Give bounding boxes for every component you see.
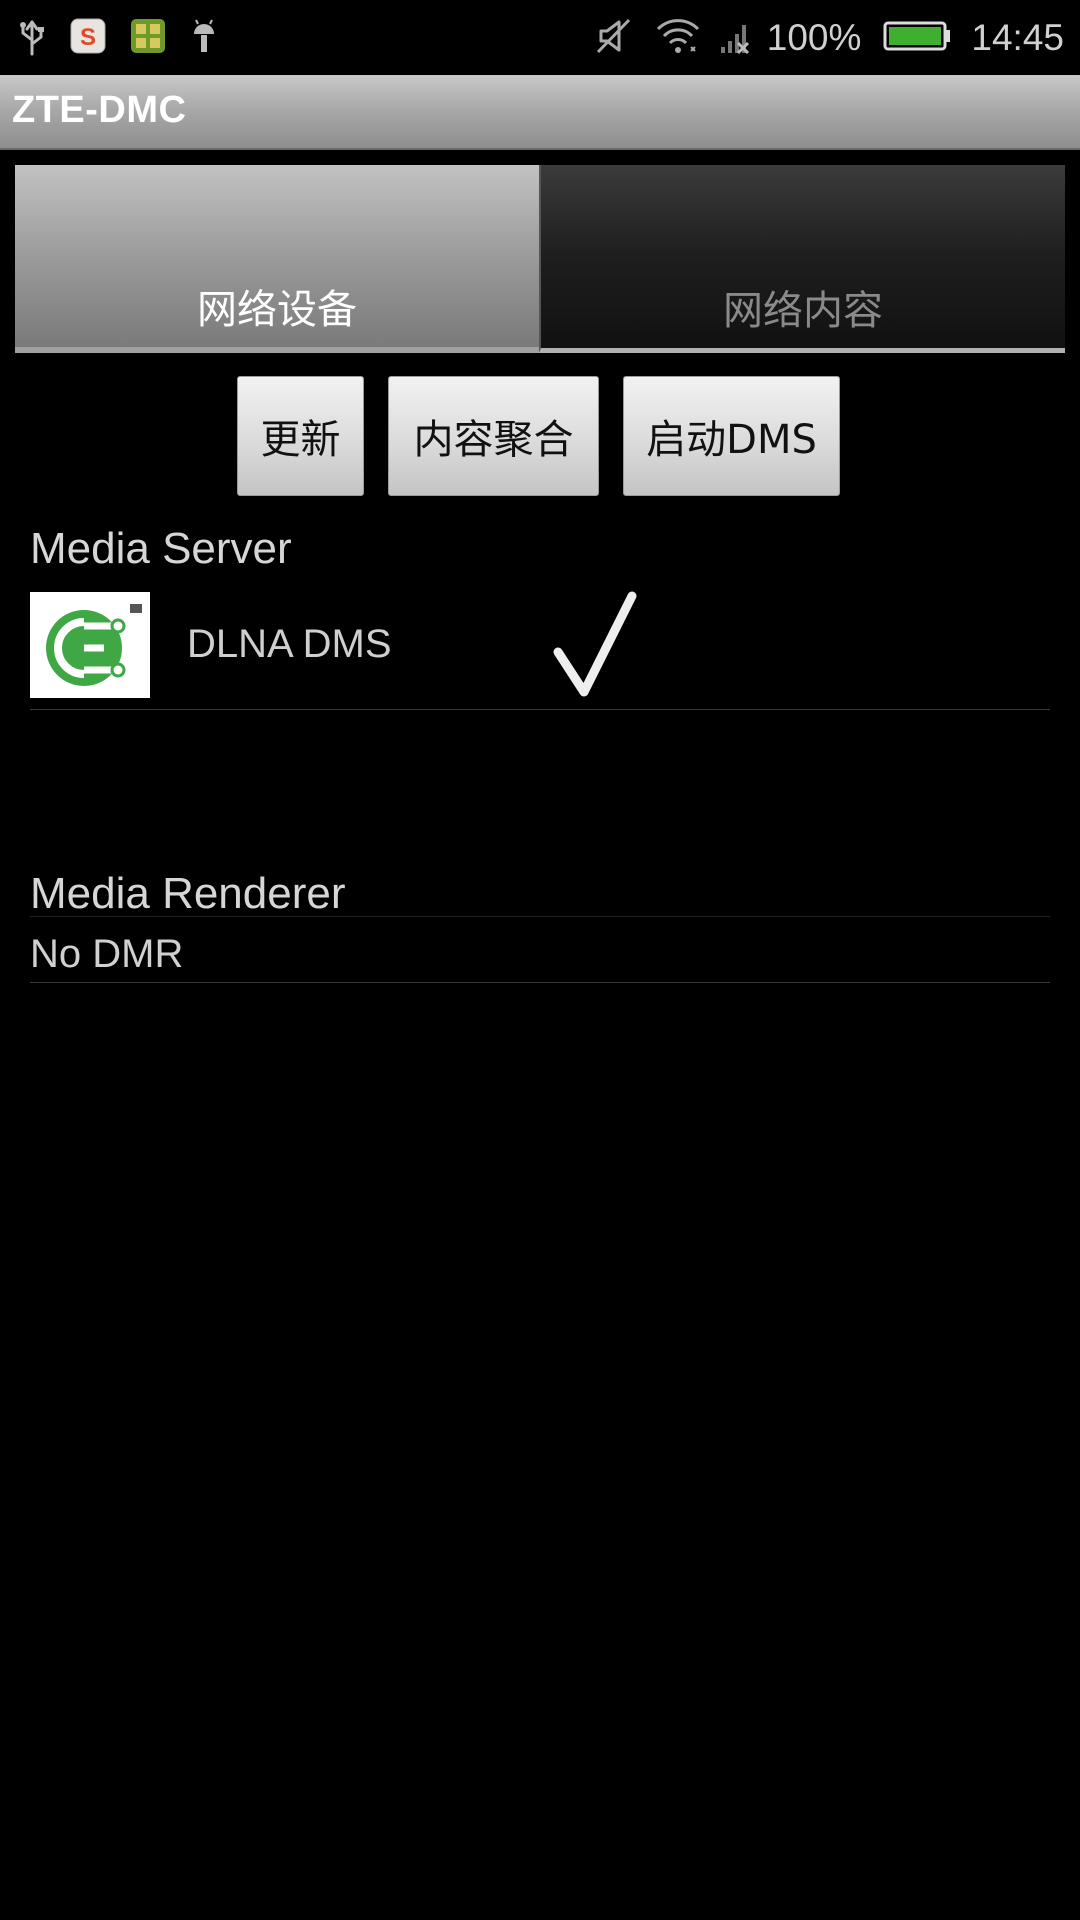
status-bar-system: 100% 14:45 bbox=[595, 0, 1064, 75]
refresh-button[interactable]: 更新 bbox=[237, 376, 364, 496]
tab-network-devices[interactable]: 网络设备 bbox=[15, 165, 539, 353]
checkmark-icon bbox=[522, 584, 642, 708]
status-bar-notifications: S bbox=[18, 14, 242, 62]
divider bbox=[30, 982, 1050, 983]
app-title-bar: ZTE-DMC bbox=[0, 75, 1080, 150]
tab-network-content-label: 网络内容 bbox=[723, 288, 883, 334]
dlna-logo-icon bbox=[30, 592, 150, 698]
app-title: ZTE-DMC bbox=[12, 89, 187, 131]
media-server-list-item[interactable]: DLNA DMS bbox=[30, 590, 1050, 702]
divider bbox=[30, 709, 1050, 710]
wifi-icon bbox=[655, 17, 701, 59]
media-renderer-empty-text: No DMR bbox=[30, 932, 184, 976]
divider bbox=[30, 916, 1050, 917]
mute-icon bbox=[595, 17, 635, 59]
battery-percent: 100% bbox=[766, 16, 862, 58]
tab-bar: 网络设备 网络内容 bbox=[15, 165, 1065, 353]
sogou-input-icon: S bbox=[70, 18, 106, 58]
svg-text:S: S bbox=[80, 24, 96, 51]
usb-icon bbox=[18, 16, 46, 60]
content-aggregate-button[interactable]: 内容聚合 bbox=[388, 376, 599, 496]
clock: 14:45 bbox=[971, 16, 1064, 58]
no-signal-icon bbox=[719, 17, 753, 59]
status-bar: S 100% 14:45 bbox=[0, 0, 1080, 75]
media-server-heading: Media Server bbox=[30, 524, 292, 573]
app-notification-icon bbox=[130, 18, 166, 58]
android-debug-icon bbox=[190, 18, 218, 58]
tab-network-devices-label: 网络设备 bbox=[197, 287, 357, 333]
start-dms-button[interactable]: 启动DMS bbox=[623, 376, 840, 496]
tab-network-content[interactable]: 网络内容 bbox=[539, 165, 1065, 353]
media-server-name: DLNA DMS bbox=[187, 622, 392, 666]
media-renderer-heading: Media Renderer bbox=[30, 869, 346, 918]
battery-icon bbox=[883, 20, 951, 56]
action-buttons: 更新 内容聚合 启动DMS bbox=[0, 376, 1080, 498]
